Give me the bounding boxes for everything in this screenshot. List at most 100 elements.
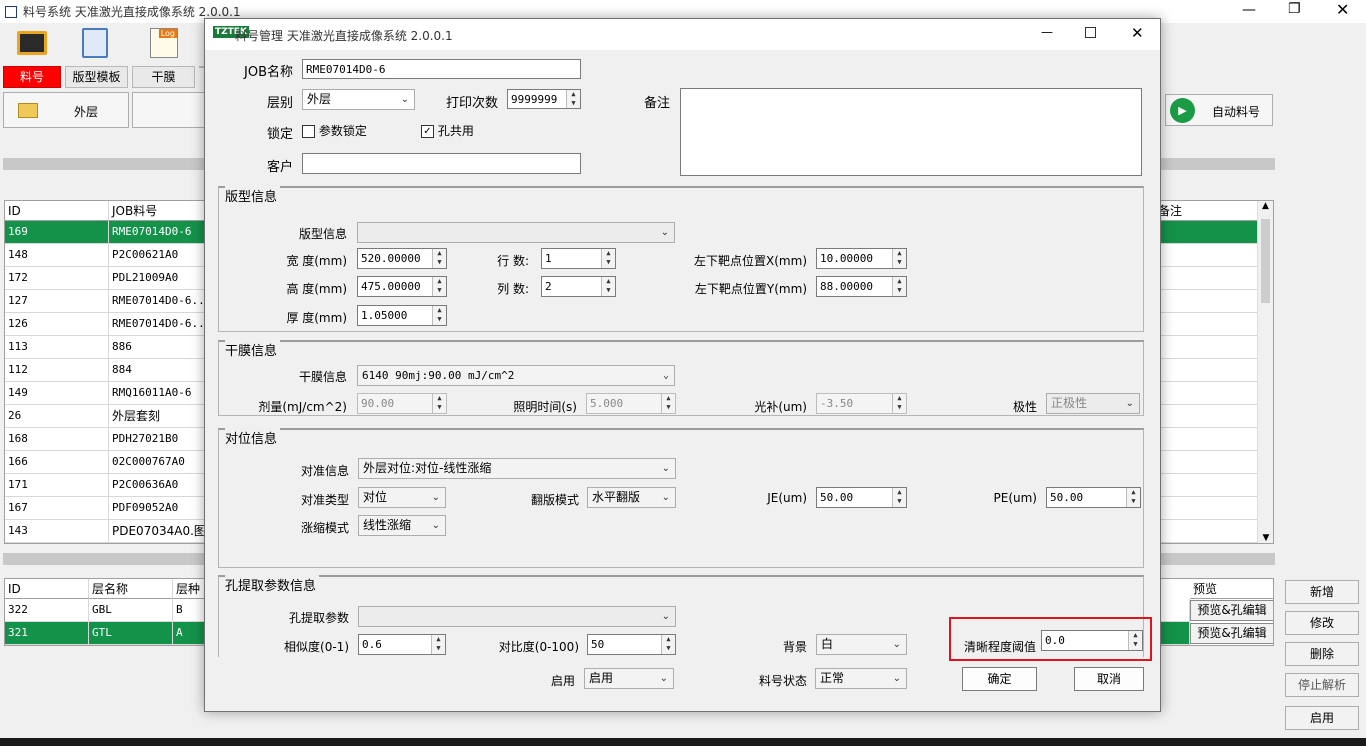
cols-input[interactable]: 2 ▲ ▼: [541, 276, 616, 297]
hole-param-select[interactable]: ⌄: [358, 606, 676, 627]
flip-mode-label: 翻版模式: [530, 493, 579, 507]
cancel-button[interactable]: 取消: [1074, 667, 1144, 691]
spin-icon[interactable]: ▲ ▼: [432, 306, 446, 325]
row-id: 148: [5, 244, 109, 267]
je-input[interactable]: 50.00 ▲ ▼: [816, 487, 907, 508]
spin-icon[interactable]: ▲ ▼: [601, 249, 615, 268]
spin-icon[interactable]: ▲ ▼: [566, 90, 580, 108]
thickness-label: 厚 度(mm): [286, 311, 347, 325]
ok-button[interactable]: 确定: [962, 667, 1037, 691]
tab-panel-template[interactable]: 版型模板: [65, 66, 128, 88]
monitor-icon[interactable]: [17, 31, 47, 55]
dialog-close-icon[interactable]: ✕: [1131, 24, 1144, 42]
width-value: 520.00000: [361, 252, 421, 265]
spin-icon[interactable]: ▲ ▼: [431, 635, 445, 654]
enable-select[interactable]: 启用 ⌄: [584, 668, 674, 689]
stop-parse-button[interactable]: 停止解析: [1285, 673, 1359, 697]
contrast-value: 50: [591, 638, 605, 651]
align-type-select[interactable]: 对位 ⌄: [358, 487, 446, 508]
preview-hole-edit-button[interactable]: 预览&孔编辑: [1190, 623, 1273, 644]
layer-strip: [132, 92, 210, 128]
compensation-input[interactable]: -3.50 ▲ ▼: [816, 393, 907, 414]
cols-label: 列 数:: [497, 282, 529, 296]
film-info-select[interactable]: 6140 90mj:90.00 mJ/cm^2 ⌄: [357, 365, 675, 386]
background-select[interactable]: 白 ⌄: [816, 634, 907, 655]
scroll-thumb[interactable]: [1261, 219, 1270, 303]
row-job: RME07014D0-6...: [109, 290, 219, 313]
part-status-select[interactable]: 正常 ⌄: [815, 668, 907, 689]
layer-select[interactable]: 外层 ⌄: [302, 89, 415, 110]
chevron-down-icon: ⌄: [892, 639, 901, 650]
spin-icon[interactable]: ▲ ▼: [1126, 488, 1140, 507]
spin-icon[interactable]: ▲ ▼: [892, 488, 906, 507]
target-y-input[interactable]: 88.00000 ▲ ▼: [816, 276, 907, 297]
align-info-label: 对准信息: [300, 464, 349, 478]
clarity-input[interactable]: 0.0 ▲ ▼: [1041, 630, 1143, 651]
scale-mode-select[interactable]: 线性涨缩 ⌄: [358, 515, 446, 536]
row-job: 外层套刻: [109, 405, 219, 428]
flip-mode-select[interactable]: 水平翻版 ⌄: [587, 487, 676, 508]
contrast-input[interactable]: 50 ▲ ▼: [587, 634, 676, 655]
row-job: PDE07034A0.图电: [109, 520, 219, 543]
part-management-dialog: TZTEK 料号管理 天准激光直接成像系统 2.0.0.1 — ✕ JOB名称 …: [204, 18, 1161, 712]
align-info-select[interactable]: 外层对位:对位-线性涨缩 ⌄: [358, 458, 676, 479]
edit-button[interactable]: 修改: [1285, 611, 1359, 635]
job-name-input[interactable]: RME07014D0-6: [302, 59, 581, 79]
tab-part-number[interactable]: 料号: [3, 66, 61, 88]
height-input[interactable]: 475.00000 ▲ ▼: [357, 276, 447, 297]
layer-button[interactable]: 外层: [3, 92, 129, 128]
preview-hole-edit-button[interactable]: 预览&孔编辑: [1190, 600, 1273, 621]
je-label: JE(um): [767, 491, 807, 505]
customer-input[interactable]: [302, 153, 581, 174]
exposure-time-input[interactable]: 5.000 ▲ ▼: [586, 393, 676, 414]
spin-icon[interactable]: ▲ ▼: [432, 277, 446, 296]
row-job: RME07014D0-6...: [109, 313, 219, 336]
print-count-input[interactable]: 9999999 ▲ ▼: [507, 89, 581, 109]
close-icon[interactable]: ✕: [1336, 0, 1349, 19]
row-job: 886: [109, 336, 219, 359]
dialog-maximize-icon[interactable]: [1085, 27, 1096, 38]
dose-input[interactable]: 90.00 ▲ ▼: [357, 393, 447, 414]
param-lock-checkbox[interactable]: 参数锁定: [302, 122, 367, 139]
spin-icon[interactable]: ▲ ▼: [892, 394, 906, 413]
spin-icon[interactable]: ▲ ▼: [892, 249, 906, 268]
align-info-value: 外层对位:对位-线性涨缩: [363, 461, 492, 475]
auto-part-button[interactable]: ▶ 自动料号: [1165, 94, 1273, 126]
scroll-up-icon[interactable]: ▲: [1258, 201, 1273, 217]
restore-icon[interactable]: ❐: [1288, 1, 1301, 17]
grid-header-id: ID: [5, 201, 109, 221]
row-id: 149: [5, 382, 109, 405]
spin-icon[interactable]: ▲ ▼: [432, 249, 446, 268]
thickness-input[interactable]: 1.05000 ▲ ▼: [357, 305, 447, 326]
spin-icon[interactable]: ▲ ▼: [601, 277, 615, 296]
add-button[interactable]: 新增: [1285, 580, 1359, 604]
log-icon[interactable]: Log: [150, 28, 178, 58]
spin-icon[interactable]: ▲ ▼: [661, 635, 675, 654]
polarity-select[interactable]: 正极性 ⌄: [1046, 393, 1140, 414]
grid-scrollbar[interactable]: ▲ ▼: [1257, 201, 1273, 543]
minimize-icon[interactable]: —: [1242, 2, 1256, 18]
rows-input[interactable]: 1 ▲ ▼: [541, 248, 616, 269]
remark-textarea[interactable]: [680, 88, 1142, 176]
spin-icon[interactable]: ▲ ▼: [661, 394, 675, 413]
hole-share-checkbox[interactable]: ✓ 孔共用: [421, 122, 474, 139]
tab-dry-film[interactable]: 干膜: [132, 66, 195, 88]
layer-header-preview: 预览: [1190, 579, 1273, 599]
pe-input[interactable]: 50.00 ▲ ▼: [1046, 487, 1141, 508]
width-input[interactable]: 520.00000 ▲ ▼: [357, 248, 447, 269]
search-doc-icon[interactable]: [82, 28, 108, 58]
delete-button[interactable]: 删除: [1285, 642, 1359, 666]
row-job: RME07014D0-6: [109, 221, 219, 244]
spin-icon[interactable]: ▲ ▼: [1128, 631, 1142, 650]
spin-icon[interactable]: ▲ ▼: [892, 277, 906, 296]
dialog-minimize-icon[interactable]: —: [1041, 25, 1053, 39]
target-x-input[interactable]: 10.00000 ▲ ▼: [816, 248, 907, 269]
spin-icon[interactable]: ▲ ▼: [432, 394, 446, 413]
enable-button[interactable]: 启用: [1285, 706, 1359, 730]
similarity-input[interactable]: 0.6 ▲ ▼: [358, 634, 446, 655]
scroll-down-icon[interactable]: ▼: [1258, 533, 1273, 543]
panel-info-select[interactable]: ⌄: [357, 222, 675, 243]
chevron-down-icon: ⌄: [431, 520, 440, 531]
scale-mode-label: 涨缩模式: [300, 521, 349, 535]
clarity-label: 清晰程度阈值: [963, 640, 1036, 654]
